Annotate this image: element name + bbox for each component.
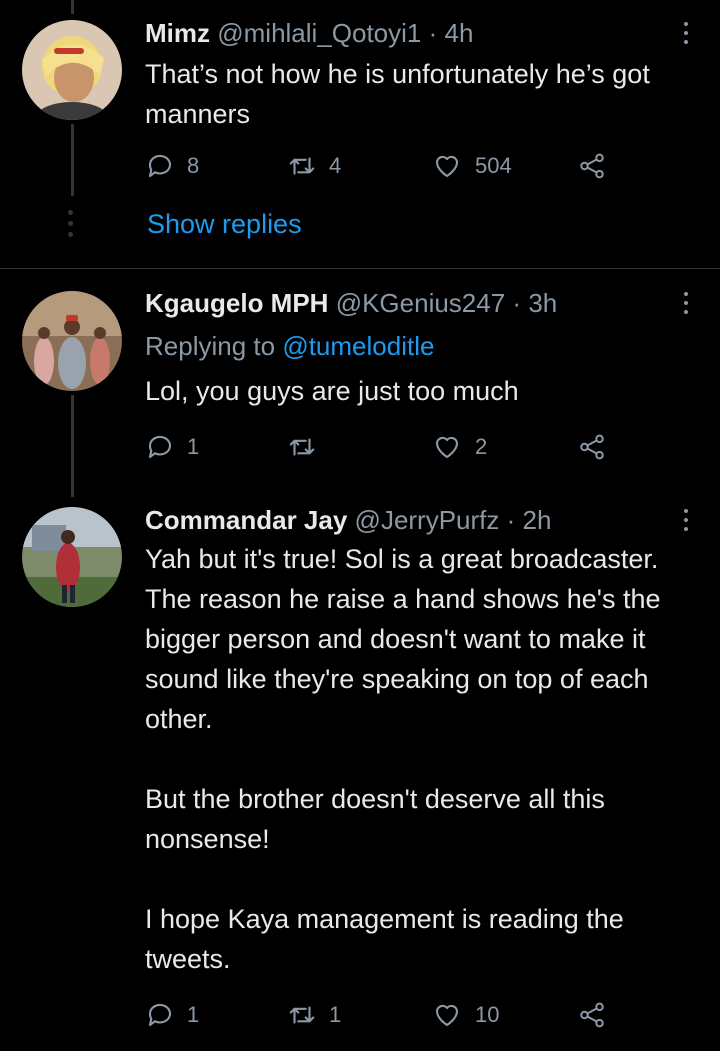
like-button[interactable]: 10: [431, 995, 499, 1035]
tweet-text: That’s not how he is unfortunately he’s …: [145, 54, 695, 134]
author-handle[interactable]: @mihlali_Qotoyi1: [217, 18, 421, 48]
like-count: 2: [475, 434, 488, 459]
tweet-header: Kgaugelo MPH @KGenius247 · 3h: [145, 288, 660, 318]
timestamp[interactable]: 3h: [528, 288, 557, 318]
more-icon[interactable]: [678, 18, 694, 48]
tweet-paragraph: But the brother doesn't deserve all this…: [145, 784, 605, 854]
like-button[interactable]: 504: [431, 146, 512, 186]
tweet-text: Yah but it's true! Sol is a great broadc…: [145, 539, 695, 979]
author-name[interactable]: Kgaugelo MPH: [145, 288, 328, 318]
tweet-header: Commandar Jay @JerryPurfz · 2h: [145, 505, 660, 535]
share-button[interactable]: [577, 146, 607, 186]
reply-icon: [148, 435, 172, 459]
avatar[interactable]: [22, 20, 122, 120]
thread-gap-dots: [68, 210, 73, 237]
separator-dot: ·: [428, 18, 438, 48]
tweet-paragraph: That’s not how he is unfortunately he’s …: [145, 59, 650, 129]
reply-button[interactable]: 1: [145, 427, 199, 467]
retweet-icon: [289, 1006, 315, 1024]
reply-icon: [148, 154, 172, 178]
reply-button[interactable]: 1: [145, 995, 199, 1035]
more-icon[interactable]: [678, 288, 694, 318]
replying-to-label: Replying to: [145, 331, 276, 361]
retweet-count: 4: [329, 153, 342, 178]
reply-count: 1: [187, 434, 200, 459]
like-count: 10: [475, 1002, 500, 1027]
share-button[interactable]: [577, 995, 607, 1035]
timestamp[interactable]: 2h: [523, 505, 552, 535]
retweet-count: 1: [329, 1002, 342, 1027]
author-handle[interactable]: @KGenius247: [336, 288, 506, 318]
avatar[interactable]: [22, 507, 122, 607]
retweet-icon: [289, 438, 315, 456]
show-replies-link[interactable]: Show replies: [147, 206, 302, 242]
retweet-button[interactable]: 1: [287, 995, 341, 1035]
heart-icon: [435, 436, 459, 459]
share-button[interactable]: [577, 427, 607, 467]
tweet-2[interactable]: Kgaugelo MPH @KGenius247 · 3h Replying t…: [0, 269, 720, 497]
tweet-actions: 1 1 10: [145, 995, 625, 1035]
author-name[interactable]: Mimz: [145, 18, 210, 48]
share-icon: [580, 1002, 604, 1028]
heart-icon: [435, 1004, 459, 1027]
more-icon[interactable]: [678, 505, 694, 535]
author-handle[interactable]: @JerryPurfz: [355, 505, 500, 535]
thread-line: [71, 124, 74, 196]
like-button[interactable]: 2: [431, 427, 487, 467]
heart-icon: [435, 155, 459, 178]
share-icon: [580, 434, 604, 460]
tweet-paragraph: I hope Kaya management is reading the tw…: [145, 904, 624, 974]
reply-icon: [148, 1003, 172, 1027]
retweet-button[interactable]: [287, 427, 329, 467]
retweet-icon: [289, 157, 315, 175]
tweet-header: Mimz @mihlali_Qotoyi1 · 4h: [145, 18, 660, 48]
tweet-actions: 1 2: [145, 427, 625, 467]
replying-to: Replying to @tumeloditle: [145, 331, 434, 361]
tweet-paragraph: Yah but it's true! Sol is a great broadc…: [145, 544, 661, 734]
separator-dot: ·: [506, 505, 516, 535]
reply-button[interactable]: 8: [145, 146, 199, 186]
tweet-paragraph: Lol, you guys are just too much: [145, 376, 519, 406]
tweet-3[interactable]: Commandar Jay @JerryPurfz · 2h Yah but i…: [0, 497, 720, 1051]
reply-count: 1: [187, 1002, 200, 1027]
retweet-button[interactable]: 4: [287, 146, 341, 186]
timestamp[interactable]: 4h: [445, 18, 474, 48]
tweet-actions: 8 4 504: [145, 146, 625, 186]
mention-link[interactable]: @tumeloditle: [282, 331, 434, 361]
thread-line: [71, 395, 74, 497]
tweet-1[interactable]: Mimz @mihlali_Qotoyi1 · 4h That’s not ho…: [0, 0, 720, 268]
share-icon: [580, 153, 604, 179]
tweet-text: Lol, you guys are just too much: [145, 371, 695, 411]
avatar[interactable]: [22, 291, 122, 391]
author-name[interactable]: Commandar Jay: [145, 505, 347, 535]
reply-count: 8: [187, 153, 200, 178]
separator-dot: ·: [512, 288, 522, 318]
thread-line: [71, 0, 74, 14]
like-count: 504: [475, 153, 512, 178]
